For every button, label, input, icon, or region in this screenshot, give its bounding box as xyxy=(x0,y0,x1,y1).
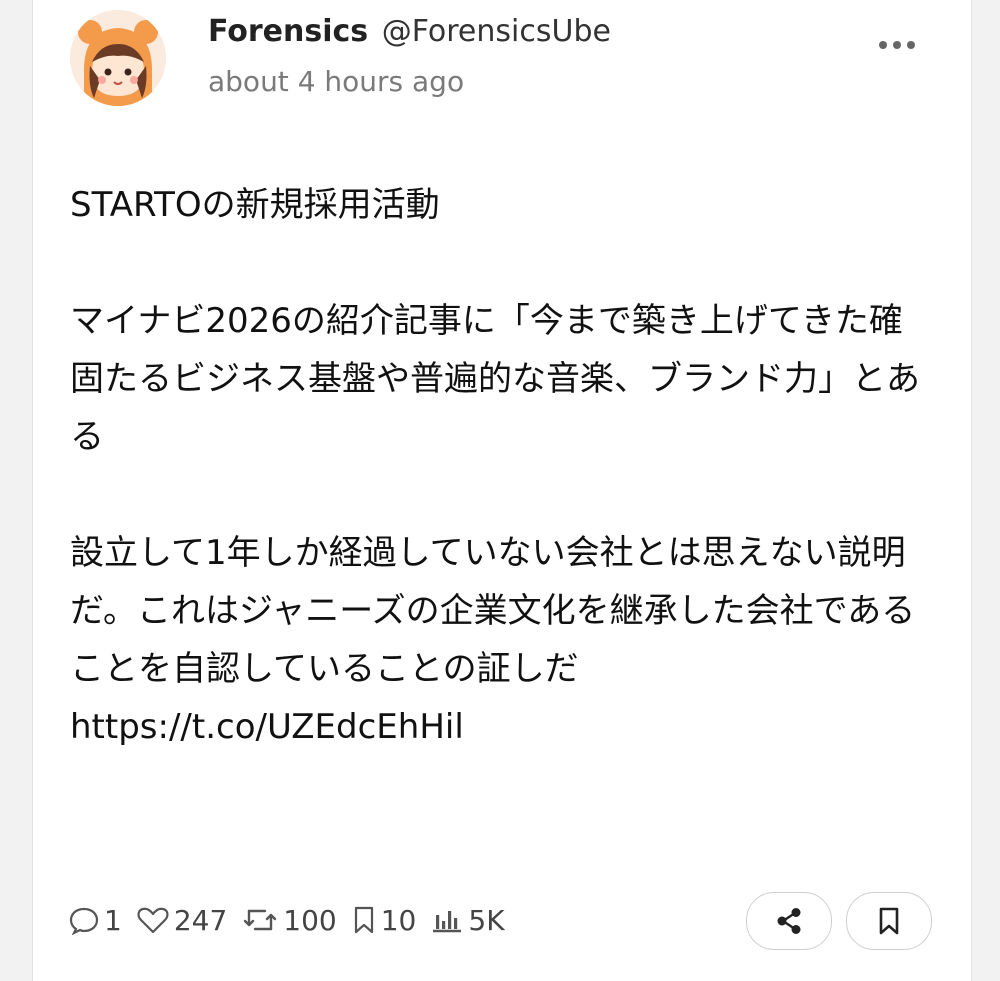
bookmark-count: 10 xyxy=(380,903,417,937)
repost-stat[interactable]: 100 xyxy=(241,903,337,937)
avatar-image xyxy=(70,10,166,106)
post-timestamp[interactable]: about 4 hours ago xyxy=(208,62,464,102)
bookmark-icon xyxy=(879,907,899,935)
post-paragraph: STARTOの新規採用活動 xyxy=(70,185,440,225)
author-handle[interactable]: @ForensicsUbe xyxy=(382,14,611,49)
bar-chart-icon xyxy=(433,911,462,933)
like-count: 247 xyxy=(173,903,228,937)
share-button[interactable] xyxy=(746,892,832,950)
heart-icon xyxy=(137,907,169,934)
post-body: STARTOの新規採用活動 マイナビ2026の紹介記事に「今まで築き上げてきた確… xyxy=(70,176,930,756)
comment-icon xyxy=(69,907,99,935)
like-stat[interactable]: 247 xyxy=(136,904,227,937)
more-horizontal-icon xyxy=(879,41,915,49)
bookmark-button[interactable] xyxy=(846,892,932,950)
bookmark-icon xyxy=(354,906,373,934)
avatar[interactable] xyxy=(70,10,166,106)
repost-count: 100 xyxy=(283,903,337,937)
post-link[interactable]: https://t.co/UZEdcEhHil xyxy=(70,698,930,756)
views-stat[interactable]: 5K xyxy=(430,903,505,937)
post-paragraph: 設立して1年しか経過していない会社とは思えない説明だ。これはジャニーズの企業文化… xyxy=(70,533,916,689)
bookmark-stat[interactable]: 10 xyxy=(351,903,417,937)
reply-stat[interactable]: 1 xyxy=(68,904,122,937)
author-name[interactable]: Forensics xyxy=(208,14,368,49)
engagement-stats: 1 247 100 10 5K xyxy=(68,898,519,942)
more-options-button[interactable] xyxy=(872,28,922,62)
author-line[interactable]: Forensics @ForensicsUbe xyxy=(208,12,611,52)
repost-icon xyxy=(244,909,277,931)
reply-count: 1 xyxy=(104,903,122,937)
views-count: 5K xyxy=(468,903,505,937)
share-icon xyxy=(777,908,801,934)
post-paragraph: マイナビ2026の紹介記事に「今まで築き上げてきた確固たるビジネス基盤や普遍的な… xyxy=(70,301,920,457)
